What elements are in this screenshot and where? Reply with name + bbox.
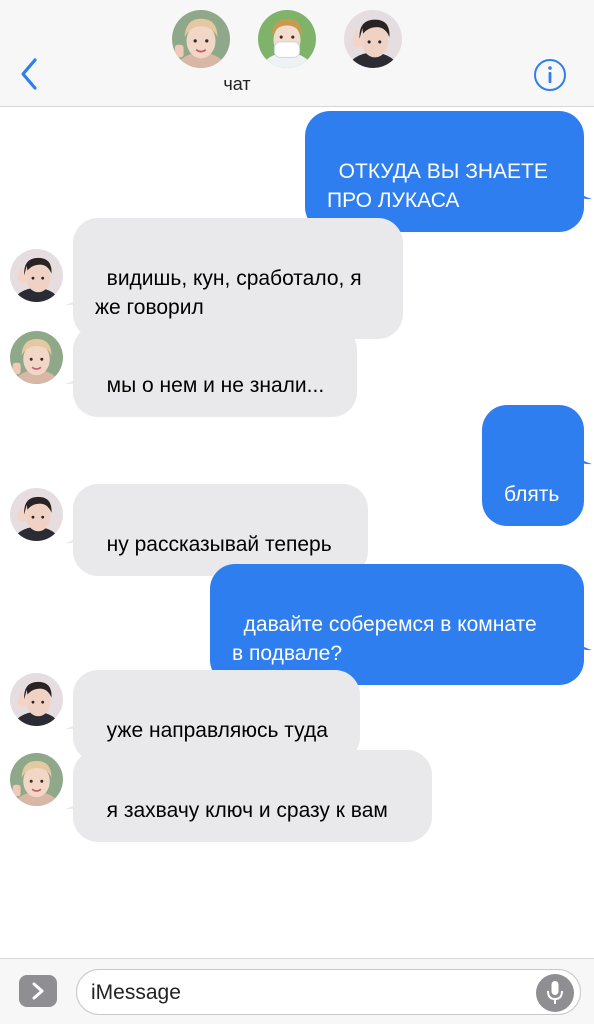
info-button[interactable] <box>533 58 567 92</box>
bubble-tail <box>65 284 87 306</box>
message-text: блять <box>504 483 560 506</box>
bubble-tail <box>65 708 87 730</box>
message-bubble-outgoing[interactable]: ОТКУДА ВЫ ЗНАЕТЕ ПРО ЛУКАСА <box>305 111 584 232</box>
message-text: мы о нем и не знали... <box>106 374 325 397</box>
participant-avatar-3[interactable] <box>344 10 402 68</box>
message-input-container <box>76 969 581 1015</box>
conversation-title[interactable]: чат <box>197 74 277 95</box>
microphone-button[interactable] <box>536 974 574 1012</box>
message-input[interactable] <box>91 978 521 1008</box>
avatar <box>344 10 402 68</box>
sender-avatar <box>10 331 63 384</box>
message-text: видишь, кун, сработало, я же говорил <box>95 267 362 319</box>
message-text: я захвачу ключ и сразу к вам <box>106 799 388 822</box>
message-compose-bar <box>0 958 594 1024</box>
participant-avatar-1[interactable] <box>172 10 230 68</box>
avatar <box>172 10 230 68</box>
message-text: ОТКУДА ВЫ ЗНАЕТЕ ПРО ЛУКАСА <box>327 160 548 212</box>
message-bubble-incoming[interactable]: я захвачу ключ и сразу к вам <box>73 750 432 842</box>
apps-button[interactable] <box>19 975 57 1007</box>
message-bubble-incoming[interactable]: видишь, кун, сработало, я же говорил <box>73 218 403 339</box>
message-text: ну рассказывай теперь <box>106 533 332 556</box>
message-bubble-outgoing[interactable]: блять <box>482 405 584 526</box>
info-icon <box>534 59 566 91</box>
bubble-tail <box>570 178 592 200</box>
message-text: уже направляюсь туда <box>106 719 328 742</box>
message-bubble-incoming[interactable]: ну рассказывай теперь <box>73 484 368 576</box>
bubble-tail <box>65 522 87 544</box>
participant-avatar-2[interactable] <box>258 10 316 68</box>
message-text: давайте соберемся в комнате в подвале? <box>232 613 537 665</box>
avatar <box>258 10 316 68</box>
sender-avatar <box>10 753 63 806</box>
microphone-icon <box>547 981 563 1004</box>
chevron-right-icon <box>32 982 44 1000</box>
bubble-tail <box>570 443 592 465</box>
message-bubble-incoming[interactable]: мы о нем и не знали... <box>73 325 357 417</box>
back-button[interactable] <box>14 54 44 94</box>
message-bubble-outgoing[interactable]: давайте соберемся в комнате в подвале? <box>210 564 584 685</box>
chevron-left-icon <box>21 58 37 90</box>
bubble-tail <box>65 788 87 810</box>
sender-avatar <box>10 673 63 726</box>
sender-avatar <box>10 249 63 302</box>
conversation-header: чат <box>0 0 594 107</box>
message-bubble-incoming[interactable]: уже направляюсь туда <box>73 670 360 762</box>
bubble-tail <box>570 629 592 651</box>
sender-avatar <box>10 488 63 541</box>
bubble-tail <box>65 363 87 385</box>
